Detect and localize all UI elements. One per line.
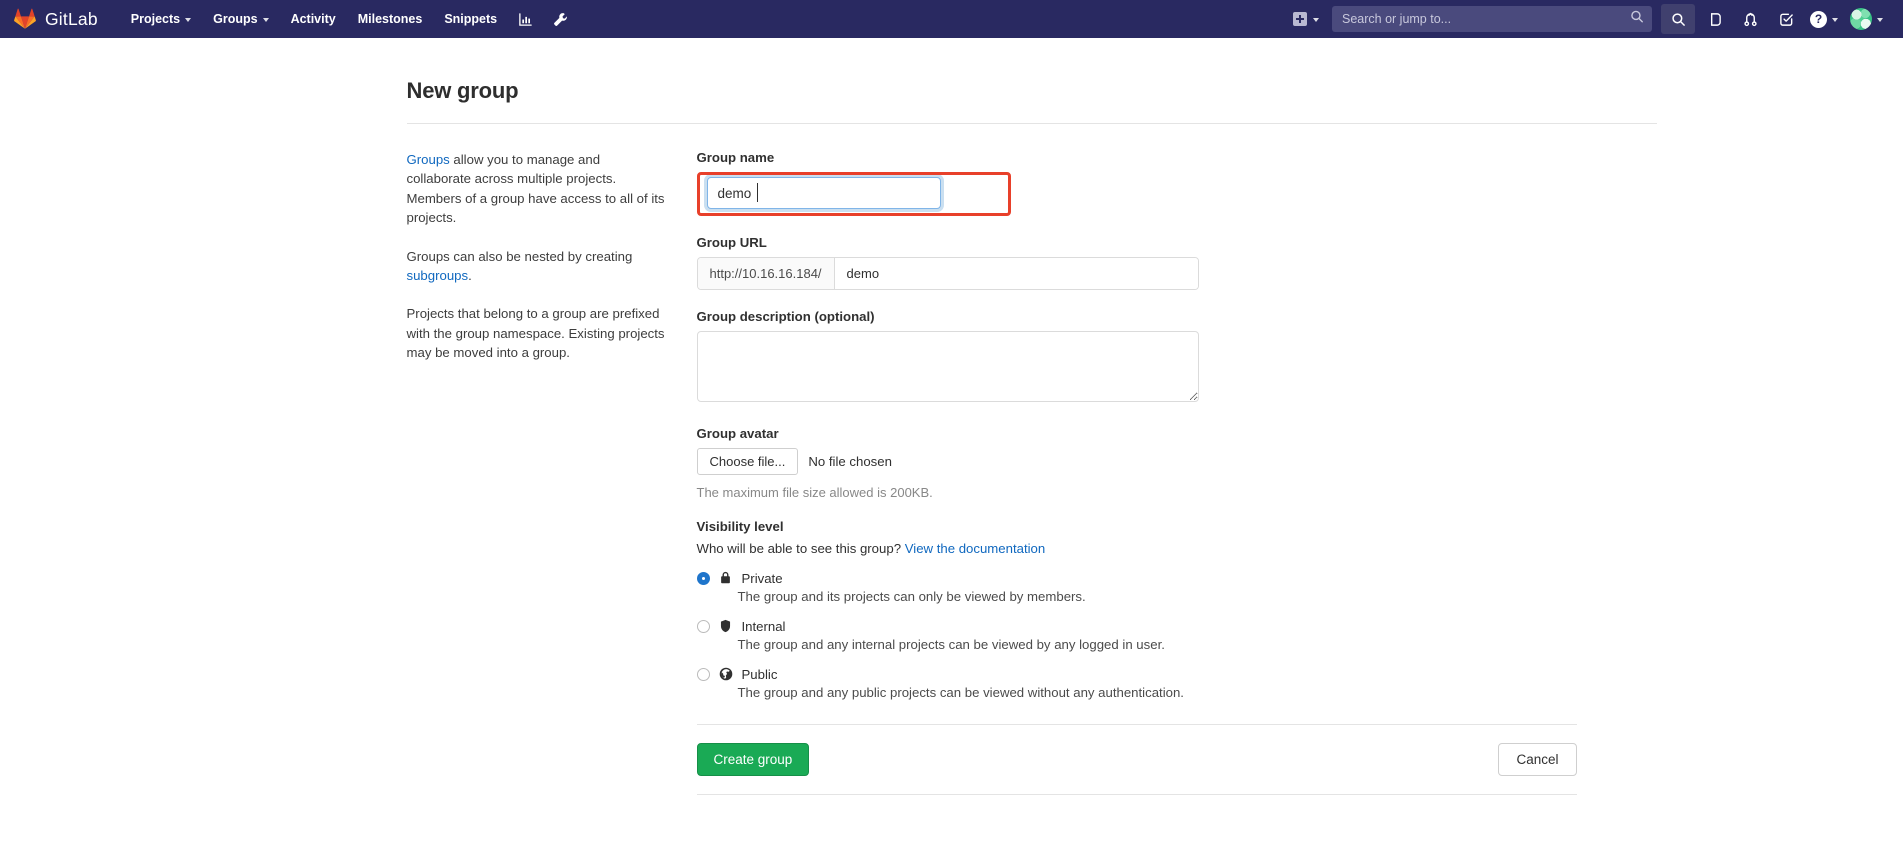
visibility-option-name: Public	[741, 666, 778, 682]
bottom-divider	[696, 794, 1577, 795]
group-name-row	[696, 172, 1377, 216]
question-circle-icon: ?	[1810, 10, 1827, 28]
visibility-option-header: Internal	[696, 618, 1377, 634]
info-paragraph-2-pre: Groups can also be nested by creating	[406, 248, 633, 264]
top-navbar: GitLab Projects Groups Activity Mileston…	[0, 0, 1903, 38]
wrench-icon[interactable]	[543, 5, 578, 34]
user-menu-button[interactable]	[1844, 8, 1889, 30]
analytics-icon[interactable]	[508, 5, 543, 34]
gitlab-home-link[interactable]: GitLab	[10, 8, 106, 30]
content-container: New group Groups allow you to manage and…	[327, 78, 1657, 795]
form-actions: Create group Cancel	[696, 724, 1577, 776]
group-url-row[interactable]: http://10.16.16.184/	[696, 257, 1199, 290]
chevron-down-icon	[185, 18, 192, 22]
nav-item-milestones[interactable]: Milestones	[347, 3, 434, 35]
shield-icon	[718, 618, 734, 634]
visibility-option-header: Private	[696, 570, 1377, 586]
visibility-option-description: The group and any public projects can be…	[737, 685, 1184, 700]
group-name-input[interactable]	[706, 177, 941, 209]
group-description-field-group: Group description (optional)	[696, 309, 1377, 407]
new-group-form: Group name Group URL http://10.16.16.184…	[696, 150, 1577, 795]
info-paragraph-1: Groups allow you to manage and collabora…	[407, 150, 667, 228]
chevron-down-icon	[1313, 18, 1319, 22]
globe-icon	[718, 666, 734, 682]
nav-item-label: Snippets	[444, 12, 498, 26]
visibility-question-text: Who will be able to see this group?	[696, 541, 902, 556]
visibility-option-description: The group and any internal projects can …	[737, 637, 1165, 652]
visibility-label: Visibility level	[696, 519, 784, 534]
help-menu-button[interactable]: ?	[1804, 10, 1844, 28]
visibility-option-name: Private	[741, 570, 783, 586]
chevron-down-icon	[1877, 18, 1883, 22]
new-dropdown-button[interactable]	[1284, 6, 1328, 32]
chevron-down-icon	[1832, 18, 1838, 22]
lock-icon	[718, 570, 734, 586]
info-sidebar: Groups allow you to manage and collabora…	[407, 150, 697, 795]
group-avatar-label: Group avatar	[696, 426, 779, 441]
nav-item-projects[interactable]: Projects	[120, 3, 202, 35]
navbar-right: ?	[1284, 4, 1889, 34]
choose-file-button[interactable]: Choose file...	[696, 448, 799, 475]
nav-item-label: Activity	[290, 12, 336, 26]
radio-private[interactable]	[696, 571, 710, 585]
file-picker-row: Choose file... No file chosen	[696, 448, 1377, 475]
title-divider	[406, 123, 1657, 124]
group-name-label: Group name	[696, 150, 775, 165]
avatar	[1850, 8, 1872, 30]
chevron-down-icon	[262, 18, 269, 22]
page-title: New group	[406, 78, 519, 103]
nav-item-groups[interactable]: Groups	[202, 3, 279, 35]
todos-icon[interactable]	[1769, 4, 1803, 34]
documentation-link[interactable]: View the documentation	[905, 541, 1046, 556]
file-size-hint: The maximum file size allowed is 200KB.	[696, 485, 933, 500]
plus-square-icon	[1293, 12, 1307, 26]
radio-public[interactable]	[696, 667, 710, 681]
groups-link[interactable]: Groups	[407, 152, 450, 167]
search-input[interactable]	[1332, 6, 1652, 32]
group-description-label: Group description (optional)	[696, 309, 875, 324]
form-columns: Groups allow you to manage and collabora…	[407, 150, 1577, 795]
group-name-field-group: Group name	[696, 150, 1377, 216]
file-status-text: No file chosen	[808, 454, 892, 469]
nav-item-activity[interactable]: Activity	[280, 3, 347, 35]
group-avatar-field-group: Group avatar Choose file... No file chos…	[696, 426, 1377, 500]
group-url-input[interactable]	[834, 258, 1198, 289]
group-url-label: Group URL	[696, 235, 767, 250]
brand-name: GitLab	[45, 8, 98, 29]
visibility-option-description: The group and its projects can only be v…	[737, 589, 1086, 604]
global-search-box[interactable]	[1332, 6, 1652, 32]
group-url-prefix: http://10.16.16.184/	[697, 258, 835, 289]
page-body: New group Groups allow you to manage and…	[0, 78, 1903, 795]
nav-item-label: Milestones	[357, 12, 423, 26]
group-description-textarea[interactable]	[696, 331, 1199, 402]
visibility-option-private[interactable]: Private The group and its projects can o…	[696, 570, 1377, 604]
visibility-field-group: Visibility level Who will be able to see…	[696, 519, 1377, 700]
group-url-field-group: Group URL http://10.16.16.184/	[696, 235, 1377, 290]
radio-internal[interactable]	[696, 619, 710, 633]
visibility-option-public[interactable]: Public The group and any public projects…	[696, 666, 1377, 700]
nav-item-label: Groups	[213, 12, 258, 26]
visibility-question: Who will be able to see this group? View…	[697, 541, 1377, 556]
info-paragraph-3: Projects that belong to a group are pref…	[406, 306, 665, 361]
visibility-option-header: Public	[696, 666, 1377, 682]
visibility-option-internal[interactable]: Internal The group and any internal proj…	[696, 618, 1377, 652]
subgroups-link[interactable]: subgroups	[407, 268, 469, 283]
gitlab-tanuki-icon	[14, 8, 36, 30]
info-paragraph-2-post: .	[468, 268, 472, 284]
visibility-option-name: Internal	[741, 618, 786, 634]
merge-requests-icon[interactable]	[1733, 4, 1767, 34]
cancel-button[interactable]: Cancel	[1498, 743, 1577, 776]
issues-icon[interactable]	[1697, 4, 1731, 34]
nav-item-snippets[interactable]: Snippets	[433, 3, 508, 35]
navbar-left: GitLab Projects Groups Activity Mileston…	[10, 3, 578, 35]
text-cursor	[756, 183, 758, 202]
nav-item-label: Projects	[130, 12, 181, 26]
create-group-button[interactable]: Create group	[696, 743, 810, 776]
info-paragraph-2: Groups can also be nested by creating su…	[407, 247, 667, 286]
navbar-menu: Projects Groups Activity Milestones Snip…	[120, 3, 578, 35]
search-icon[interactable]	[1661, 4, 1695, 34]
